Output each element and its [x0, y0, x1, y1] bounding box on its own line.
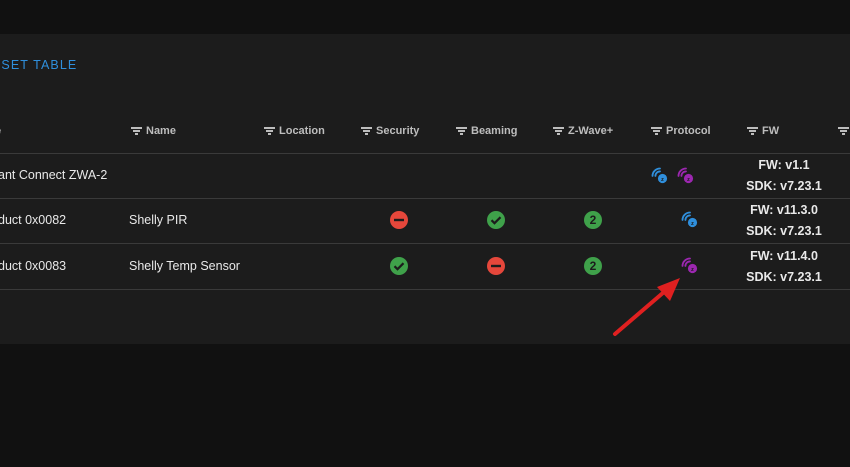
column-security-label: Security — [376, 125, 420, 137]
zwave-classic-icon: z — [651, 167, 668, 184]
filter-icon — [264, 127, 275, 135]
svg-text:2: 2 — [590, 213, 597, 227]
device-type-cell: duct 0x0083 — [0, 259, 67, 273]
firmware-cell: FW: v11.3.0 SDK: v7.23.1 — [724, 200, 844, 242]
svg-text:z: z — [691, 221, 694, 227]
column-header-security[interactable]: Security — [361, 123, 419, 139]
filter-icon — [361, 127, 372, 135]
column-location-label: Location — [279, 125, 325, 137]
beaming-yes-icon — [487, 211, 505, 229]
header-divider — [0, 153, 850, 154]
sdk-version: SDK: v7.23.1 — [746, 270, 822, 284]
firmware-cell: FW: v11.4.0 SDK: v7.23.1 — [724, 246, 844, 288]
filter-icon — [131, 127, 142, 135]
device-name-cell: Shelly PIR — [129, 213, 188, 227]
sdk-version: SDK: v7.23.1 — [746, 179, 822, 193]
row-divider — [0, 198, 850, 199]
column-name-label: Name — [146, 125, 176, 137]
svg-text:z: z — [691, 267, 694, 273]
device-type-cell: ant Connect ZWA-2 — [0, 168, 108, 182]
zwaveplus-icon: 2 — [584, 257, 602, 275]
column-header-fw[interactable]: FW — [747, 123, 779, 139]
column-type-label: e — [0, 125, 1, 137]
svg-text:z: z — [661, 177, 664, 183]
column-header-beaming[interactable]: Beaming — [456, 123, 517, 139]
filter-icon — [553, 127, 564, 135]
fw-version: FW: v11.4.0 — [750, 249, 818, 263]
column-header-zwaveplus[interactable]: Z-Wave+ — [553, 123, 613, 139]
column-header-type[interactable]: e — [0, 123, 1, 139]
device-name-cell: Shelly Temp Sensor — [129, 259, 240, 273]
fw-version: FW: v1.1 — [758, 158, 810, 172]
zwave-classic-icon: z — [681, 211, 698, 228]
column-header-location[interactable]: Location — [264, 123, 325, 139]
column-protocol-label: Protocol — [666, 125, 711, 137]
column-header-next[interactable] — [838, 123, 849, 139]
row-divider — [0, 289, 850, 290]
column-beaming-label: Beaming — [471, 125, 518, 137]
column-fw-label: FW — [762, 125, 780, 137]
svg-text:2: 2 — [590, 259, 597, 273]
filter-icon — [651, 127, 662, 135]
devices-table-card — [0, 34, 850, 344]
zwave-lr-icon: z — [677, 167, 694, 184]
firmware-cell: FW: v1.1 SDK: v7.23.1 — [724, 155, 844, 197]
security-no-icon — [390, 211, 408, 229]
fw-version: FW: v11.3.0 — [750, 203, 818, 217]
svg-text:z: z — [687, 177, 690, 183]
security-yes-icon — [390, 257, 408, 275]
column-header-name[interactable]: Name — [131, 123, 176, 139]
row-divider — [0, 243, 850, 244]
filter-icon — [456, 127, 467, 135]
filter-icon — [747, 127, 758, 135]
zwave-lr-icon: z — [681, 257, 698, 274]
beaming-no-icon — [487, 257, 505, 275]
device-type-cell: duct 0x0082 — [0, 213, 67, 227]
reset-table-button[interactable]: ESET TABLE — [0, 58, 77, 72]
filter-icon — [838, 127, 849, 135]
column-header-protocol[interactable]: Protocol — [651, 123, 711, 139]
sdk-version: SDK: v7.23.1 — [746, 224, 822, 238]
column-zwaveplus-label: Z-Wave+ — [568, 125, 614, 137]
zwaveplus-icon: 2 — [584, 211, 602, 229]
